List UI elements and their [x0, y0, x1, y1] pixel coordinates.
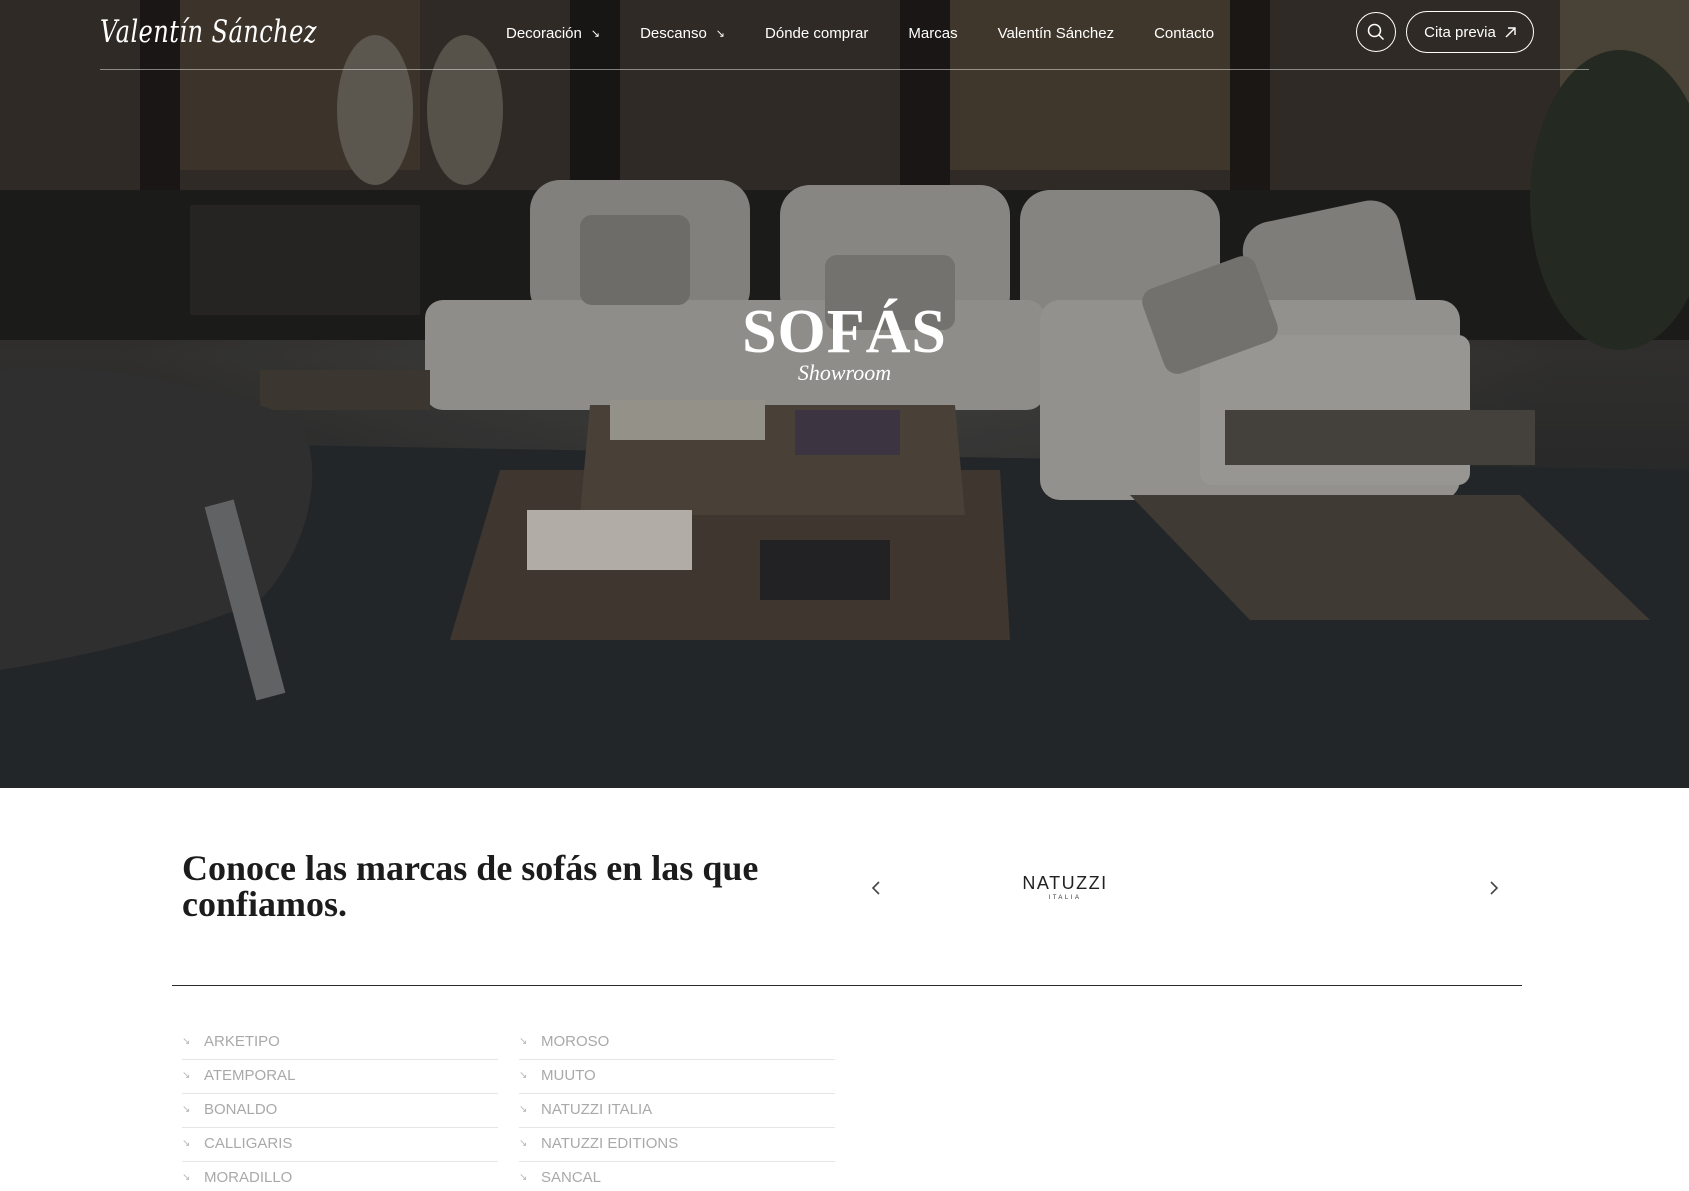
nav-divider [100, 69, 1589, 70]
menu-item-decoracion[interactable]: Decoración ↘ [506, 25, 600, 42]
menu-item-label: Descanso [640, 24, 707, 42]
chevron-left-icon [871, 881, 880, 895]
brand-logo-natuzzi[interactable]: NATUZZI ITALIA [1010, 874, 1120, 901]
hero-banner: Valentín Sánchez Decoración ↘ Descanso ↘… [0, 0, 1689, 788]
brand-carousel: NATUZZI ITALIA [860, 860, 1510, 916]
brand-link-label: NATUZZI EDITIONS [541, 1135, 679, 1152]
brand-link[interactable]: ↘ SANCAL [519, 1162, 835, 1191]
brand-link-label: MOROSO [541, 1033, 610, 1050]
menu-item-label: Decoración [506, 24, 582, 42]
search-icon [1367, 23, 1385, 41]
brand-link-label: ATEMPORAL [204, 1067, 296, 1084]
appointment-button[interactable]: Cita previa [1406, 11, 1534, 53]
brand-link[interactable]: ↘ ARKETIPO [182, 1026, 498, 1060]
brand-link[interactable]: ↘ BONALDO [182, 1094, 498, 1128]
arrow-down-right-icon: ↘ [519, 1172, 528, 1183]
arrow-down-right-icon: ↘ [182, 1070, 191, 1081]
brand-link[interactable]: ↘ NATUZZI EDITIONS [519, 1128, 835, 1162]
brand-link[interactable]: ↘ NATUZZI ITALIA [519, 1094, 835, 1128]
menu-item-label: Marcas [908, 24, 958, 42]
site-logo[interactable]: Valentín Sánchez [100, 10, 317, 54]
brand-link-label: ARKETIPO [204, 1033, 280, 1050]
carousel-prev-button[interactable] [866, 878, 886, 898]
arrow-down-right-icon: ↘ [182, 1172, 191, 1183]
arrow-down-right-icon: ↘ [519, 1104, 528, 1115]
brand-link-label: MORADILLO [204, 1169, 293, 1186]
brand-link[interactable]: ↘ MOROSO [519, 1026, 835, 1060]
arrow-down-right-icon: ↘ [182, 1104, 191, 1115]
hero-overlay [0, 0, 1689, 788]
appointment-button-label: Cita previa [1424, 23, 1496, 41]
carousel-next-button[interactable] [1484, 878, 1504, 898]
section-divider [172, 985, 1522, 986]
menu-item-descanso[interactable]: Descanso ↘ [640, 25, 725, 42]
brand-link-label: NATUZZI ITALIA [541, 1101, 653, 1118]
arrow-up-right-icon [1505, 26, 1516, 38]
brand-link-label: SANCAL [541, 1169, 602, 1186]
brand-link[interactable]: ↘ MUUTO [519, 1060, 835, 1094]
brand-logo-main: NATUZZI [1022, 873, 1108, 893]
search-button[interactable] [1356, 12, 1396, 52]
brands-heading: Conoce las marcas de sofás en las que co… [182, 848, 759, 924]
menu-item-valentin-sanchez[interactable]: Valentín Sánchez [998, 25, 1114, 42]
brand-logo-sub: ITALIA [1048, 895, 1082, 901]
menu-item-label: Valentín Sánchez [997, 24, 1115, 42]
arrow-down-right-icon: ↘ [519, 1036, 528, 1047]
page-subtitle: Showroom [797, 360, 892, 385]
brand-link-label: BONALDO [204, 1101, 278, 1118]
brand-link[interactable]: ↘ ATEMPORAL [182, 1060, 498, 1094]
arrow-down-right-icon: ↘ [182, 1138, 191, 1149]
brand-link-label: MUUTO [541, 1067, 596, 1084]
main-menu: Decoración ↘ Descanso ↘ Dónde comprar Ma… [506, 20, 1254, 46]
top-navigation: Valentín Sánchez Decoración ↘ Descanso ↘… [0, 0, 1689, 70]
menu-item-donde-comprar[interactable]: Dónde comprar [765, 25, 868, 42]
page-title: SOFÁS [742, 298, 947, 366]
menu-item-marcas[interactable]: Marcas [908, 25, 957, 42]
chevron-right-icon [1490, 881, 1499, 895]
menu-item-contacto[interactable]: Contacto [1154, 25, 1214, 42]
brand-link-label: CALLIGARIS [204, 1135, 293, 1152]
menu-item-label: Contacto [1154, 24, 1215, 42]
menu-item-label: Dónde comprar [765, 24, 869, 42]
arrow-down-right-icon: ↘ [590, 27, 601, 40]
brand-link[interactable]: ↘ MORADILLO [182, 1162, 498, 1191]
arrow-down-right-icon: ↘ [182, 1036, 191, 1047]
arrow-down-right-icon: ↘ [715, 27, 726, 40]
brand-link[interactable]: ↘ CALLIGARIS [182, 1128, 498, 1162]
brand-list-column-1: ↘ ARKETIPO ↘ ATEMPORAL ↘ BONALDO ↘ CALLIGARI… [182, 1026, 498, 1191]
brand-list-column-2: ↘ MOROSO ↘ MUUTO ↘ NATUZZI ITALIA ↘ NATUZZI … [519, 1026, 835, 1191]
arrow-down-right-icon: ↘ [519, 1138, 528, 1149]
arrow-down-right-icon: ↘ [519, 1070, 528, 1081]
